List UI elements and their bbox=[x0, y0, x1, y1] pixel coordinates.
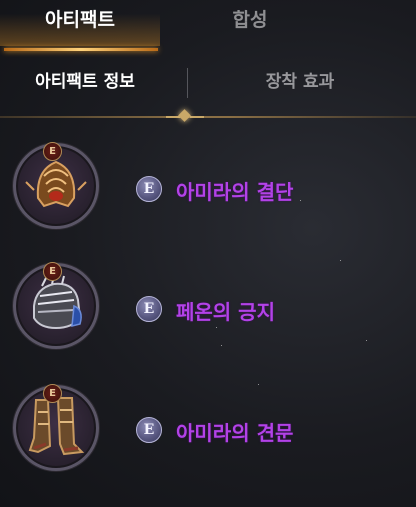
divider-ornament-left bbox=[166, 116, 180, 118]
tab-artifact[interactable]: 아티팩트 bbox=[0, 0, 160, 46]
tier-badge: E bbox=[43, 384, 62, 403]
artifact-item[interactable]: E E 아미라의 결단 bbox=[0, 142, 416, 263]
artifact-slot[interactable]: E bbox=[13, 142, 99, 229]
divider-ornament-icon bbox=[178, 109, 191, 122]
sub-tab-bar: 아티팩트 정보 장착 효과 bbox=[0, 58, 416, 110]
section-divider bbox=[0, 116, 416, 118]
grade-badge: E bbox=[136, 176, 162, 202]
artifact-slot[interactable]: E bbox=[13, 384, 99, 471]
artifact-name[interactable]: 페온의 긍지 bbox=[176, 296, 275, 325]
artifact-item[interactable]: E E 페온의 긍지 bbox=[0, 262, 416, 383]
artifact-slot[interactable]: E bbox=[13, 262, 99, 349]
artifact-item[interactable]: E E 아미라의 견문 bbox=[0, 384, 416, 505]
subtab-artifact-info[interactable]: 아티팩트 정보 bbox=[0, 58, 170, 106]
artifact-name[interactable]: 아미라의 견문 bbox=[176, 417, 293, 446]
subtab-equip-effect[interactable]: 장착 효과 bbox=[200, 58, 400, 106]
tab-synthesis[interactable]: 합성 bbox=[170, 0, 330, 46]
tier-badge: E bbox=[43, 262, 62, 281]
divider-ornament-right bbox=[190, 116, 204, 118]
active-tab-indicator bbox=[4, 48, 158, 51]
grade-badge: E bbox=[136, 417, 162, 443]
top-tab-bar: 아티팩트 합성 bbox=[0, 0, 416, 52]
grade-badge: E bbox=[136, 296, 162, 322]
subtab-divider bbox=[187, 68, 188, 98]
tier-badge: E bbox=[43, 142, 62, 161]
artifact-name[interactable]: 아미라의 결단 bbox=[176, 176, 293, 205]
